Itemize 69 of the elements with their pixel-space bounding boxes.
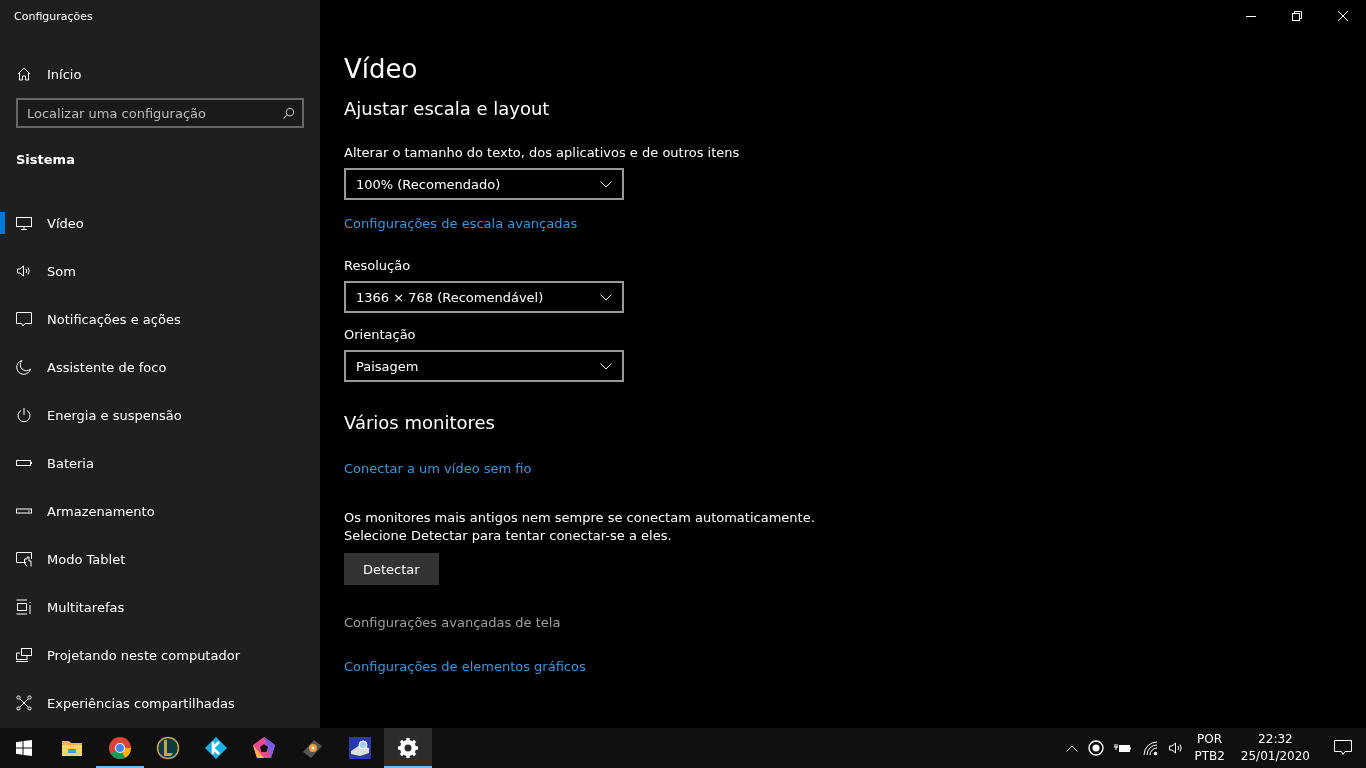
monitor-icon — [16, 215, 32, 231]
game-icon — [156, 736, 180, 760]
search-field[interactable]: Localizar uma configuração — [16, 98, 304, 128]
battery-charging-icon[interactable] — [1114, 742, 1133, 754]
message-icon — [16, 311, 32, 327]
chevron-down-icon — [600, 293, 612, 301]
chevron-up-icon[interactable] — [1066, 744, 1079, 752]
link[interactable]: Configurações de escala avançadas — [344, 216, 578, 231]
media-player-icon — [204, 736, 228, 760]
dropdown-value: 100% (Recomendado) — [356, 176, 501, 192]
dropdown-value: 1366 × 768 (Recomendável) — [356, 289, 544, 305]
settings-icon — [396, 736, 420, 760]
restore-icon — [1292, 11, 1302, 21]
sidebar-item[interactable]: Armazenamento — [0, 487, 320, 535]
section-heading: Ajustar escala e layout — [344, 98, 550, 119]
language-indicator[interactable]: POR PTB2 — [1194, 731, 1225, 765]
link[interactable]: Conectar a um vídeo sem fio — [344, 461, 532, 476]
wifi-icon[interactable] — [1142, 740, 1159, 756]
power-icon — [16, 407, 32, 423]
projector-icon — [16, 647, 32, 663]
language-code: POR — [1197, 731, 1223, 748]
pentagon-app-icon — [252, 736, 276, 760]
field-label: Orientação — [344, 327, 416, 342]
clock-time: 22:32 — [1258, 731, 1293, 748]
sidebar-item[interactable]: Modo Tablet — [0, 535, 320, 583]
home-link[interactable]: Início — [0, 50, 320, 98]
sidebar-item[interactable]: Experiências compartilhadas — [0, 679, 320, 727]
multitask-icon — [16, 599, 32, 615]
scanner-icon — [348, 736, 372, 760]
speaker-icon — [16, 263, 32, 279]
dropdown[interactable]: Paisagem — [344, 350, 624, 382]
sidebar-item[interactable]: Energia e suspensão — [0, 391, 320, 439]
clock-date: 25/01/2020 — [1240, 748, 1310, 765]
record-icon[interactable] — [1088, 740, 1105, 756]
tablet-icon — [16, 551, 32, 567]
field-label: Resolução — [344, 258, 411, 273]
taskbar-app[interactable] — [384, 728, 432, 768]
network-nodes-icon — [16, 695, 32, 711]
sidebar-item[interactable]: Som — [0, 247, 320, 295]
search-icon — [282, 107, 295, 120]
close-icon — [1338, 11, 1348, 21]
sidebar-item[interactable]: Bateria — [0, 439, 320, 487]
link[interactable]: Configurações de elementos gráficos — [344, 659, 586, 674]
dropdown-value: Paisagem — [356, 358, 419, 374]
detect-button[interactable]: Detectar — [344, 553, 439, 585]
sidebar-item[interactable]: Projetando neste computador — [0, 631, 320, 679]
dropdown[interactable]: 1366 × 768 (Recomendável) — [344, 281, 624, 313]
sidebar-item[interactable]: Multitarefas — [0, 583, 320, 631]
browser-icon — [108, 736, 132, 760]
chevron-down-icon — [600, 180, 612, 188]
notification-icon[interactable] — [1334, 740, 1352, 756]
description-text: Os monitores mais antigos nem sempre se conectam automaticamente. Selecione Detectar para tentar conectar-se a eles. — [344, 509, 815, 545]
page-title: Vídeo — [344, 54, 418, 84]
clock[interactable]: 22:32 25/01/2020 — [1240, 731, 1310, 765]
sidebar-item[interactable]: Assistente de foco — [0, 343, 320, 391]
section-heading: Vários monitores — [344, 412, 495, 433]
window-title: Configurações — [13, 9, 94, 25]
home-icon — [16, 66, 32, 82]
section-heading: Sistema — [15, 151, 76, 169]
chevron-down-icon — [600, 362, 612, 370]
speaker-icon[interactable] — [1168, 740, 1185, 756]
sidebar-item[interactable]: Notificações e ações — [0, 295, 320, 343]
windows-logo-icon — [16, 740, 32, 756]
field-label: Alterar o tamanho do texto, dos aplicativos e de outros itens — [344, 145, 740, 160]
dropdown[interactable]: 100% (Recomendado) — [344, 168, 624, 200]
sidebar-item[interactable]: Vídeo — [0, 199, 320, 247]
moon-icon — [16, 359, 32, 375]
link: Configurações avançadas de tela — [344, 615, 561, 630]
keyboard-layout: PTB2 — [1194, 748, 1225, 765]
